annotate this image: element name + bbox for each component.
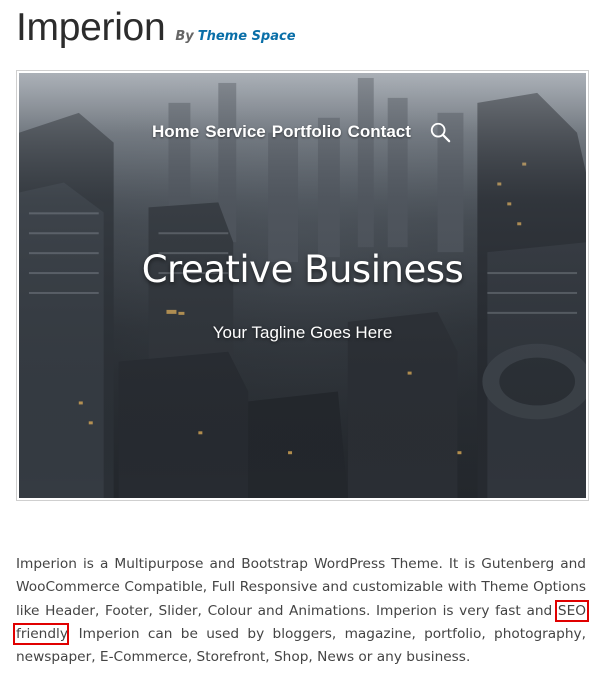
preview-nav: Home Service Portfolio Contact (152, 121, 451, 143)
theme-description: Imperion is a Multipurpose and Bootstrap… (13, 553, 589, 669)
by-label: By (175, 29, 194, 44)
nav-home[interactable]: Home (152, 122, 199, 142)
theme-title: Imperion (16, 6, 166, 49)
author-link[interactable]: Theme Space (198, 29, 296, 44)
description-text-after: . Imperion can be used by bloggers, maga… (16, 625, 586, 666)
theme-preview-image[interactable]: Home Service Portfolio Contact Creative … (19, 73, 586, 498)
nav-portfolio[interactable]: Portfolio (272, 122, 342, 142)
theme-header: Imperion By Theme Space (16, 6, 296, 50)
hero-tagline: Your Tagline Goes Here (212, 323, 393, 342)
nav-contact[interactable]: Contact (348, 122, 411, 142)
search-icon[interactable] (429, 121, 451, 143)
theme-preview-frame: Home Service Portfolio Contact Creative … (16, 70, 589, 501)
hero-title: Creative Business (141, 248, 464, 291)
nav-service[interactable]: Service (205, 122, 266, 142)
description-text-before: Imperion is a Multipurpose and Bootstrap… (16, 556, 586, 619)
